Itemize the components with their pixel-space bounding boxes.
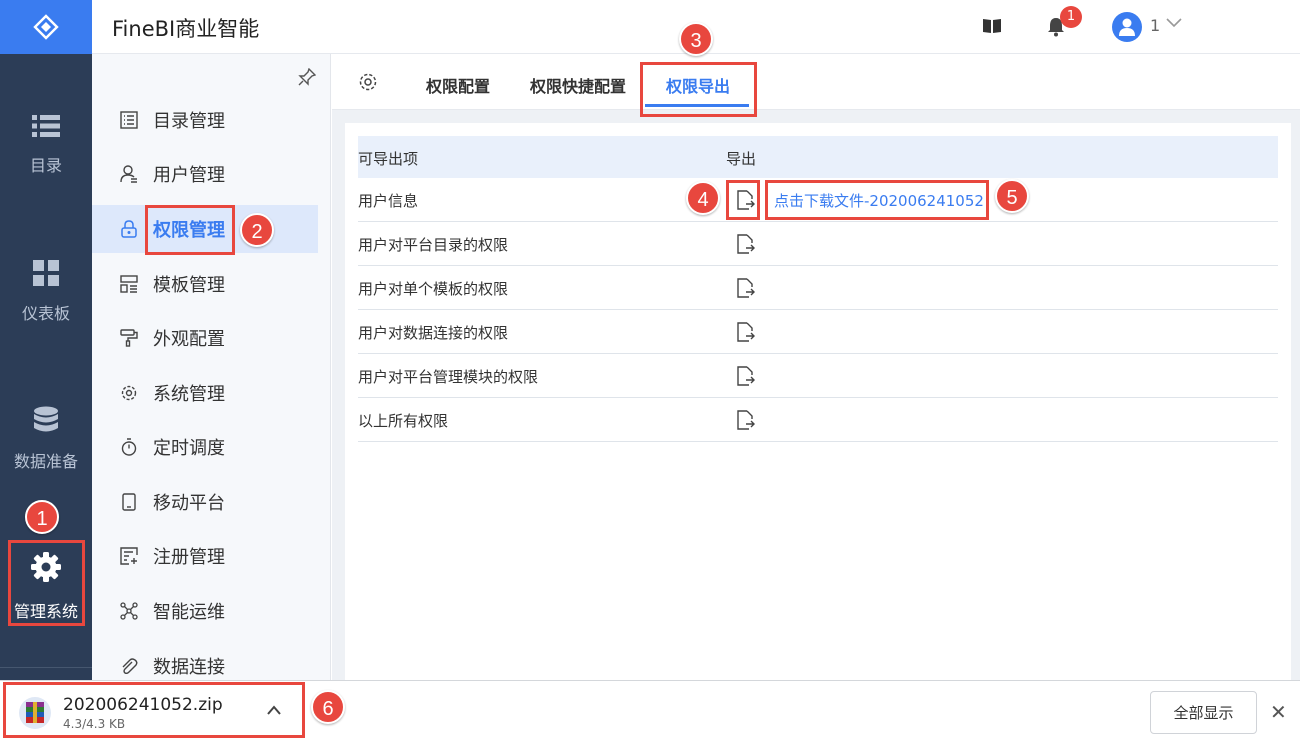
submenu-item-label: 外观配置 [153,329,225,350]
submenu-item-label: 定时调度 [153,438,225,459]
rail-item-catalog[interactable]: 目录 [0,114,92,176]
tab-permission-quick-config[interactable]: 权限快捷配置 [530,73,626,97]
submenu-item-ops[interactable]: 智能运维 [92,587,318,635]
submenu-item-label: 用户管理 [153,165,225,186]
column-header-export: 导出 [726,150,757,168]
step-marker-2: 2 [240,213,274,247]
gear-icon [121,385,137,401]
submenu-item-users[interactable]: 用户管理 [92,150,318,198]
template-icon [120,275,138,293]
highlight-box-download-item [3,682,305,738]
row-name: 用户对平台目录的权限 [358,236,509,254]
export-file-icon[interactable] [734,409,756,431]
table-row: 用户对数据连接的权限 [358,310,1278,354]
settings-gear-icon[interactable] [358,72,378,92]
column-header-item: 可导出项 [358,150,419,168]
submenu-item-mobile[interactable]: 移动平台 [92,478,318,526]
notification-badge: 1 [1060,6,1082,28]
table-row: 用户对平台管理模块的权限 [358,354,1278,398]
avatar[interactable] [1112,12,1142,42]
catalog-icon [120,111,138,129]
table-row: 以上所有权限 [358,398,1278,442]
table-row: 用户对平台目录的权限 [358,222,1278,266]
close-download-bar-button[interactable]: ✕ [1270,700,1287,724]
highlight-box-export-icon [726,180,760,220]
row-name: 用户信息 [358,192,419,210]
step-marker-1: 1 [25,500,59,534]
paint-roller-icon [120,329,138,347]
highlight-box-admin-system [8,540,85,626]
highlight-box-export-tab [640,62,757,117]
export-file-icon[interactable] [734,321,756,343]
rail-divider [0,667,92,668]
submenu-item-appearance[interactable]: 外观配置 [92,314,318,362]
paperclip-icon [122,658,138,675]
row-name: 用户对数据连接的权限 [358,324,509,342]
row-name: 用户对单个模板的权限 [358,280,509,298]
export-file-icon[interactable] [734,233,756,255]
lock-icon [121,220,137,238]
export-file-icon[interactable] [734,365,756,387]
step-marker-3: 3 [679,22,713,56]
submenu-item-system[interactable]: 系统管理 [92,369,318,417]
submenu-item-label: 数据连接 [153,657,225,678]
submenu-item-label: 模板管理 [153,275,225,296]
book-icon[interactable] [982,18,1002,34]
user-avatar-icon [1119,18,1135,36]
list-icon [32,115,60,137]
submenu-item-scheduler[interactable]: 定时调度 [92,423,318,471]
row-name: 以上所有权限 [358,412,449,430]
database-icon [34,406,58,432]
submenu-item-label: 系统管理 [153,384,225,405]
submenu-item-label: 移动平台 [153,493,225,514]
timer-icon [121,438,137,456]
dashboard-icon [33,260,59,286]
table-header [358,136,1278,178]
tab-permission-config[interactable]: 权限配置 [426,73,490,97]
network-icon [120,602,138,620]
step-marker-6: 6 [311,690,345,724]
user-icon [120,165,137,183]
show-all-downloads-button[interactable]: 全部显示 [1150,691,1257,734]
submenu-item-templates[interactable]: 模板管理 [92,260,318,308]
rail-item-label: 目录 [29,156,62,175]
rail-item-label: 数据准备 [13,452,78,471]
rail-item-data-prep[interactable]: 数据准备 [0,406,92,472]
username[interactable]: 1 [1150,16,1160,35]
step-marker-4: 4 [686,181,720,215]
row-name: 用户对平台管理模块的权限 [358,368,539,386]
highlight-box-download-link [765,180,989,220]
table-row: 用户对单个模板的权限 [358,266,1278,310]
export-file-icon[interactable] [734,277,756,299]
step-marker-5: 5 [995,179,1029,213]
submenu-item-label: 目录管理 [153,111,225,132]
logo-icon [33,14,59,40]
submenu-item-registration[interactable]: 注册管理 [92,532,318,580]
mobile-icon [122,493,136,511]
tab-bar: 权限配置 权限快捷配置 权限导出 [332,54,1300,110]
rail-item-dashboard[interactable]: 仪表板 [0,260,92,324]
submenu-item-label: 注册管理 [153,547,225,568]
submenu-item-catalog[interactable]: 目录管理 [92,96,318,144]
rail-item-label: 仪表板 [21,304,70,323]
app-title: FineBI商业智能 [112,17,260,41]
pin-icon[interactable] [298,68,316,86]
submenu-item-label: 智能运维 [153,602,225,623]
admin-submenu: 目录管理 用户管理 权限管理 模板管理 外观配置 系统管理 定时调度 移动平台 … [92,54,331,680]
chevron-down-icon[interactable] [1166,18,1182,28]
highlight-box-permissions [145,205,235,255]
register-icon [120,547,138,565]
app-logo[interactable] [0,0,92,54]
